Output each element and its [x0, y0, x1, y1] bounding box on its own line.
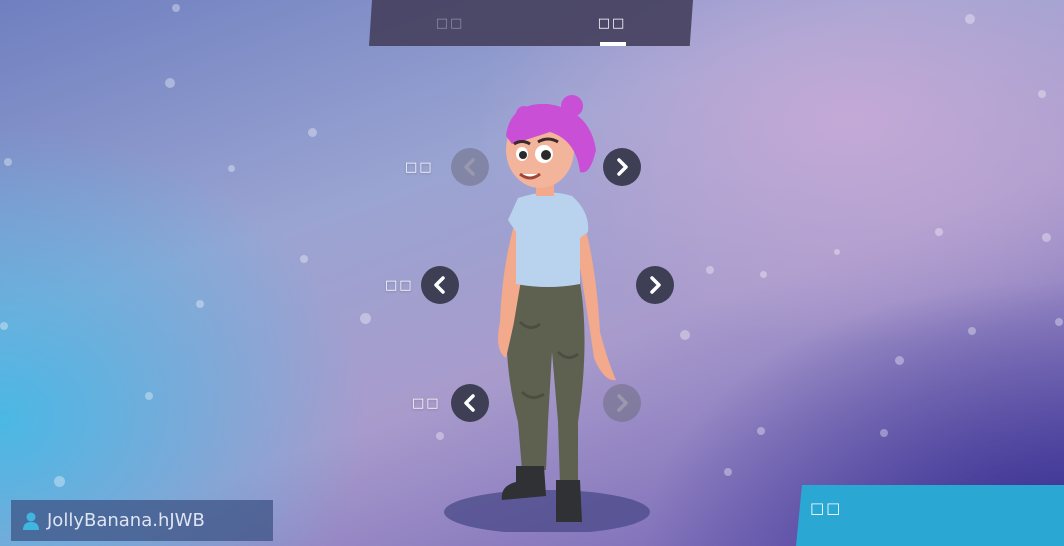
player-nameplate: JollyBanana.hJWB — [11, 500, 273, 541]
character-pants — [506, 282, 585, 484]
confirm-button[interactable]: □□ — [796, 485, 1064, 546]
user-icon — [23, 512, 39, 530]
top-tab-bar: □□ □□ — [369, 0, 693, 46]
tab-1[interactable]: □□ — [390, 0, 510, 46]
row-2-label: □□ — [385, 278, 414, 293]
tab-2[interactable]: □□ — [552, 0, 672, 46]
character-preview[interactable] — [440, 92, 660, 532]
character-hair-bun — [561, 95, 583, 117]
character-pedestal — [444, 490, 650, 532]
confirm-button-label: □□ — [810, 499, 843, 517]
character-left-boot — [501, 466, 546, 500]
character-shirt — [508, 192, 589, 287]
player-name: JollyBanana.hJWB — [47, 510, 205, 531]
character-right-boot — [556, 480, 582, 522]
row-1-label: □□ — [405, 160, 434, 175]
tab-2-label: □□ — [597, 15, 627, 31]
row-3-label: □□ — [412, 396, 441, 411]
active-tab-indicator — [600, 42, 626, 46]
tab-1-label: □□ — [435, 15, 465, 31]
